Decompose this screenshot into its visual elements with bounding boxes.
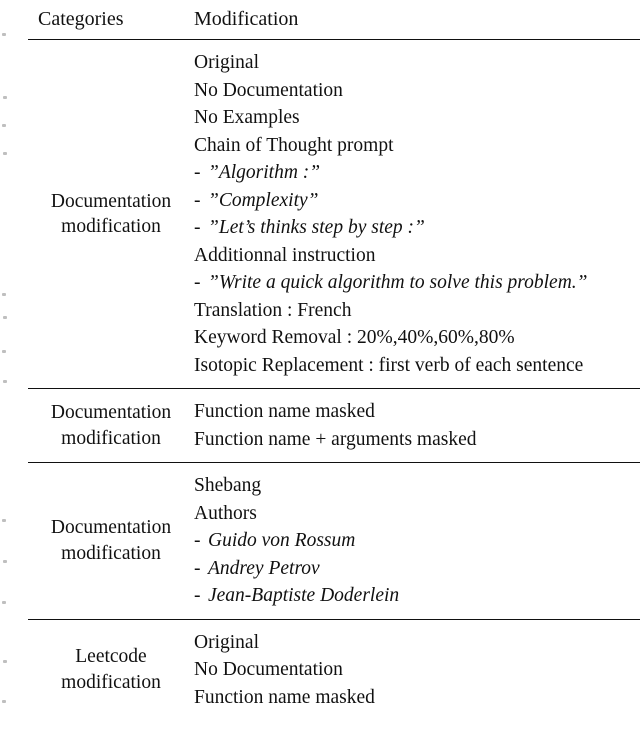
page-edge-artifacts (0, 0, 14, 741)
table-body: Documentation modification Original No Docu… (28, 39, 640, 720)
modification-item: Original (194, 631, 259, 653)
bullet-dash-icon: - (194, 530, 201, 551)
bullet-dash-icon: - (194, 162, 201, 183)
scan-artifact-mark (3, 380, 7, 383)
category-line: modification (61, 671, 161, 693)
modification-cell: Function name masked Function name + argu… (194, 388, 640, 463)
modification-item: Additionnal instruction (194, 244, 376, 266)
scan-artifact-mark (3, 96, 7, 99)
category-line: modification (61, 542, 161, 564)
modification-sub-item: - ”Write a quick algorithm to solve this … (194, 269, 640, 297)
modification-item: Function name masked (194, 401, 375, 422)
modification-item-label: Andrey Petrov (208, 557, 320, 579)
modification-categories-table: Categories Modification Documentation mod… (28, 0, 640, 720)
modification-item: No Documentation (194, 659, 343, 680)
modification-item: Chain of Thought prompt (194, 134, 394, 156)
bullet-dash-icon: - (194, 272, 201, 293)
modification-cell: Original No Documentation No Examples Chain… (194, 39, 640, 389)
category-cell: Documentation modification (28, 39, 194, 389)
modification-item-label: Jean-Baptiste Doderlein (208, 585, 400, 606)
category-cell: Documentation modification (28, 388, 194, 463)
scan-artifact-mark (2, 124, 6, 127)
table-row: Documentation modification Function name m… (28, 388, 640, 463)
scan-artifact-mark (2, 700, 6, 703)
modification-cell: Shebang Authors - Guido von Rossum - Andrey P… (194, 462, 640, 619)
modification-sub-item: - ”Complexity” (194, 187, 640, 215)
modification-sub-item: - Guido von Rossum (194, 527, 640, 555)
category-line: modification (61, 216, 161, 237)
modification-item: No Examples (194, 107, 300, 128)
scan-artifact-mark (3, 660, 7, 663)
category-line: modification (61, 427, 161, 449)
modification-item-label: ”Let’s thinks step by step :” (208, 217, 425, 238)
category-cell: Leetcode modification (28, 618, 194, 720)
modification-item: Keyword Removal : 20%,40%,60%,80% (194, 327, 515, 348)
modification-item-label: Guido von Rossum (208, 530, 356, 551)
bullet-dash-icon: - (194, 585, 201, 606)
scan-artifact-mark (2, 601, 6, 604)
bullet-dash-icon: - (194, 189, 201, 211)
scan-artifact-mark (3, 560, 7, 563)
scan-artifact-mark (2, 293, 6, 296)
modification-item-label: ”Write a quick algorithm to solve this p… (208, 272, 588, 293)
modification-item: Original (194, 52, 259, 73)
modification-item: Authors (194, 502, 257, 524)
scan-artifact-mark (2, 519, 6, 522)
table-header: Categories Modification (28, 0, 640, 40)
modification-item-label: ”Complexity” (208, 189, 319, 211)
bullet-dash-icon: - (194, 557, 201, 579)
table-row: Leetcode modification Original No Documenta… (28, 618, 640, 720)
column-header-modification: Modification (194, 8, 299, 30)
table-container: Categories Modification Documentation mod… (28, 0, 640, 741)
table-row: Documentation modification Original No Docu… (28, 39, 640, 389)
table-top-rule: Categories Modification (28, 0, 640, 40)
modification-cell: Original No Documentation Function name ma… (194, 618, 640, 720)
modification-item: Isotopic Replacement : first verb of eac… (194, 354, 584, 376)
modification-item: No Documentation (194, 79, 343, 101)
category-line: Documentation (50, 402, 172, 424)
modification-item: Function name + arguments masked (194, 428, 477, 450)
modification-sub-item: - ”Algorithm :” (194, 159, 640, 187)
modification-sub-item: - Jean-Baptiste Doderlein (194, 582, 640, 610)
column-header-categories: Categories (38, 8, 124, 30)
category-line: Documentation (50, 517, 172, 539)
category-cell: Documentation modification (28, 462, 194, 619)
scan-artifact-mark (2, 33, 6, 36)
modification-sub-item: - ”Let’s thinks step by step :” (194, 214, 640, 242)
modification-sub-item: - Andrey Petrov (194, 555, 640, 583)
table-row: Documentation modification Shebang Authors -… (28, 462, 640, 619)
scan-artifact-mark (3, 152, 7, 155)
modification-item: Translation : French (194, 299, 352, 321)
category-line: Leetcode (75, 646, 147, 668)
bullet-dash-icon: - (194, 217, 201, 238)
modification-item: Shebang (194, 475, 262, 496)
scan-artifact-mark (2, 350, 6, 353)
category-line: Documentation (50, 190, 172, 212)
modification-item-label: ”Algorithm :” (208, 162, 321, 183)
scan-artifact-mark (3, 316, 7, 319)
modification-item: Function name masked (194, 686, 375, 708)
